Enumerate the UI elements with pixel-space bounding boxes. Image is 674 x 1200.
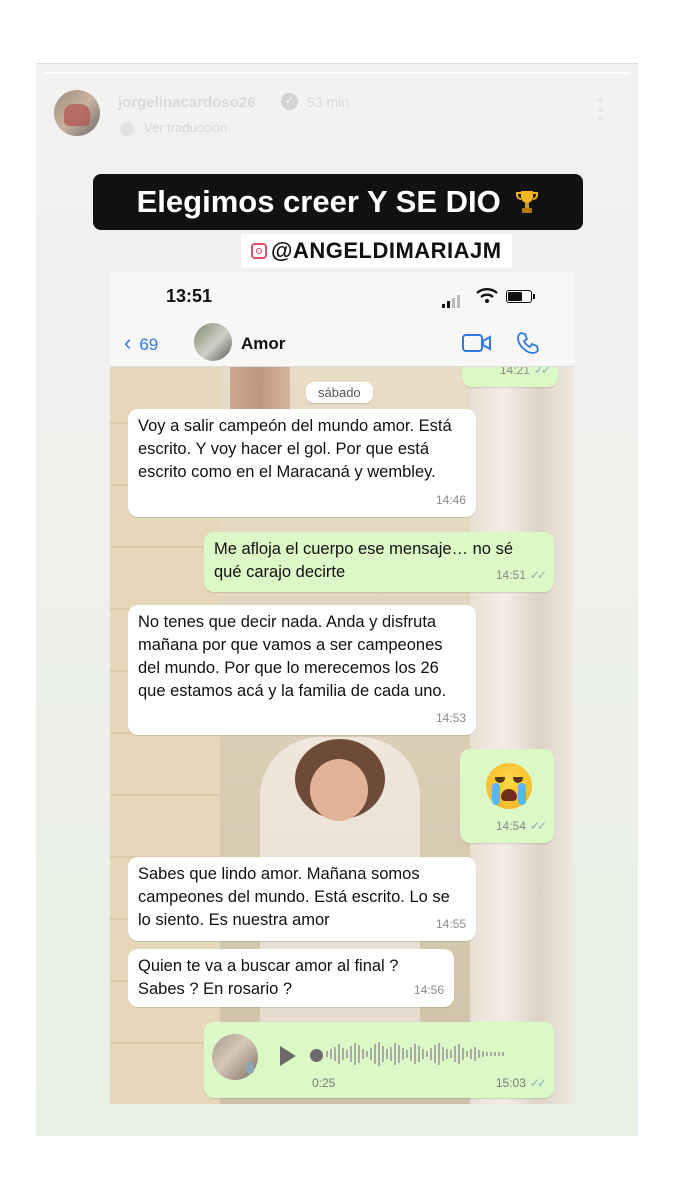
battery-icon	[506, 290, 535, 303]
wallpaper-person	[310, 759, 368, 821]
chat-header: ‹ 69 Amor	[110, 320, 574, 367]
phone-status-bar: 13:51	[110, 272, 574, 320]
video-call-icon[interactable]	[462, 333, 492, 353]
phone-call-icon[interactable]	[516, 331, 540, 355]
headline-text: Elegimos creer Y SE DIO	[136, 184, 501, 219]
message-time: 14:54 ✓✓	[495, 819, 547, 833]
message-bubble-outgoing[interactable]: 14:54 ✓✓	[460, 749, 554, 843]
more-options-icon[interactable]	[598, 98, 604, 125]
story-frame: jorgelinacardoso26 ✓ 53 min Ver traducci…	[36, 63, 638, 1136]
contact-avatar[interactable]	[194, 323, 232, 361]
trophy-icon	[516, 191, 539, 213]
day-separator: sábado	[306, 382, 373, 403]
unread-count: 69	[139, 335, 159, 354]
message-bubble-incoming[interactable]: Sabes que lindo amor. Mañana somos campe…	[128, 857, 476, 941]
message-text: Sabes que lindo amor. Mañana somos campe…	[138, 865, 450, 929]
mention-sticker[interactable]: @ANGELDIMARIAJM	[241, 234, 512, 268]
message-time: 14:21 ✓✓	[500, 367, 551, 382]
story-progress-bar	[44, 72, 630, 74]
read-receipt-icon: ✓✓	[529, 1076, 547, 1090]
message-bubble-outgoing[interactable]: Me afloja el cuerpo ese mensaje… no sé q…	[204, 532, 554, 592]
message-text: No tenes que decir nada. Anda y disfruta…	[138, 613, 447, 700]
message-bubble-outgoing[interactable]: 14:21 ✓✓	[462, 367, 558, 387]
crying-face-icon	[486, 763, 532, 809]
message-time: 14:46	[435, 493, 466, 507]
message-bubble-incoming[interactable]: Quien te va a buscar amor al final ? Sab…	[128, 949, 454, 1007]
waveform[interactable]	[326, 1042, 526, 1070]
message-time: 14:53	[435, 711, 466, 725]
read-receipt-icon: ✓✓	[533, 367, 551, 377]
read-receipt-icon: ✓✓	[529, 819, 547, 833]
message-text: Voy a salir campeón del mundo amor. Está…	[138, 417, 452, 481]
message-time: 14:55	[435, 917, 466, 931]
back-button[interactable]: ‹ 69	[124, 330, 158, 356]
story-username[interactable]: jorgelinacardoso26	[118, 94, 256, 111]
message-time: 15:03 ✓✓	[495, 1076, 547, 1090]
see-translation-link[interactable]: Ver traducción	[144, 120, 227, 135]
wifi-icon	[476, 288, 498, 303]
chat-area: 14:21 ✓✓ sábado Voy a salir campeón del m…	[110, 367, 574, 1104]
message-bubble-incoming[interactable]: No tenes que decir nada. Anda y disfruta…	[128, 605, 476, 735]
mention-text: @ANGELDIMARIAJM	[271, 238, 502, 263]
message-time: 14:51 ✓✓	[495, 568, 547, 582]
status-clock: 13:51	[166, 286, 213, 306]
message-time: 14:56	[413, 983, 444, 997]
profile-avatar[interactable]	[54, 90, 100, 136]
signal-icon	[442, 290, 462, 308]
chevron-left-icon: ‹	[124, 330, 132, 355]
translate-icon	[120, 122, 134, 136]
chat-screenshot: 13:51 ‹ 69 Amor 14:21 ✓✓ sábado Voy a sa…	[110, 272, 574, 1104]
voice-duration: 0:25	[312, 1076, 336, 1090]
wallpaper-curtain	[470, 367, 574, 1104]
message-text: Quien te va a buscar amor al final ? Sab…	[138, 957, 399, 998]
story-headline: Elegimos creer Y SE DIO	[93, 174, 583, 230]
verified-badge-icon: ✓	[281, 93, 298, 110]
story-time-ago: 53 min	[307, 94, 350, 110]
microphone-icon	[246, 1062, 254, 1074]
playback-scrubber[interactable]	[310, 1049, 323, 1062]
contact-name[interactable]: Amor	[241, 334, 285, 354]
voice-message-bubble[interactable]: 0:25 15:03 ✓✓	[204, 1022, 554, 1098]
message-bubble-incoming[interactable]: Voy a salir campeón del mundo amor. Está…	[128, 409, 476, 517]
read-receipt-icon: ✓✓	[529, 568, 547, 582]
instagram-icon	[251, 243, 267, 259]
play-icon[interactable]	[280, 1046, 296, 1066]
